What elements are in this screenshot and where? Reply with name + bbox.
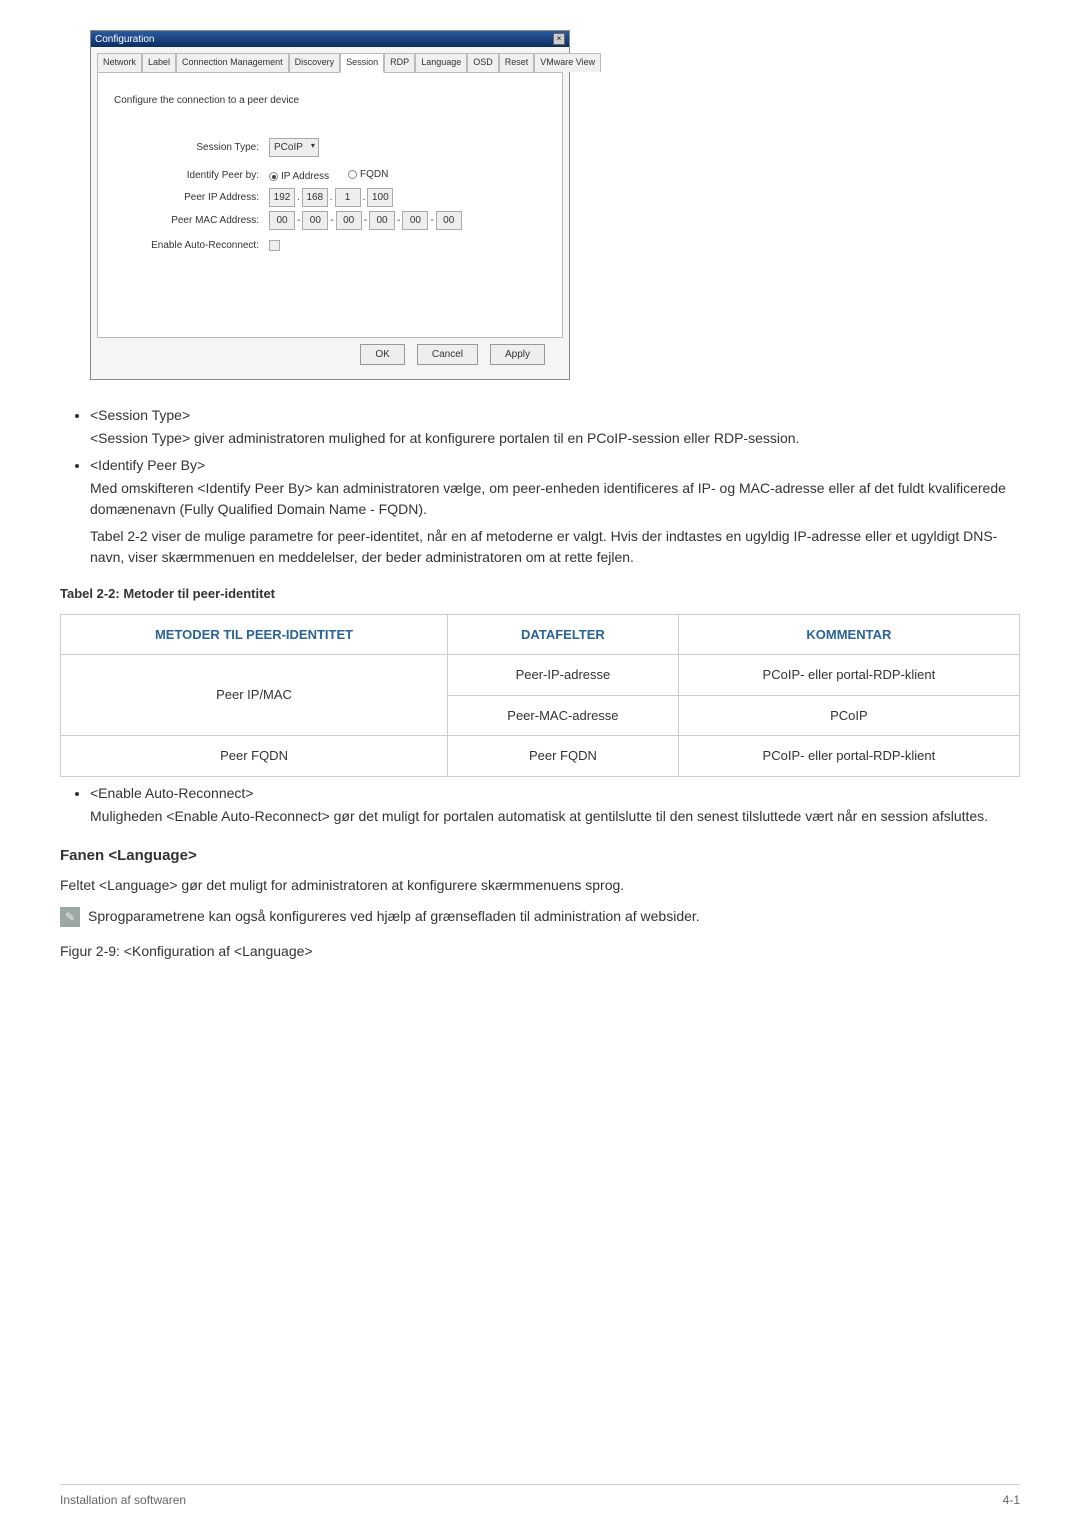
- ip-octet-2[interactable]: 168: [302, 188, 328, 207]
- mac-octet-5[interactable]: 00: [402, 211, 428, 230]
- enable-auto-checkbox[interactable]: [269, 240, 280, 251]
- tab-session[interactable]: Session: [340, 53, 384, 73]
- mac-octet-6[interactable]: 00: [436, 211, 462, 230]
- tab-rdp[interactable]: RDP: [384, 53, 415, 72]
- dialog-buttons: OK Cancel Apply: [97, 338, 563, 373]
- enable-auto-label: Enable Auto-Reconnect:: [114, 238, 269, 253]
- session-type-select[interactable]: PCoIP: [269, 138, 319, 157]
- th-comment: KOMMENTAR: [678, 614, 1019, 655]
- section-heading: Fanen <Language>: [60, 845, 1020, 868]
- note-text: Sprogparametrene kan også konfigureres v…: [88, 906, 700, 927]
- bullet-heading: <Session Type>: [90, 407, 190, 423]
- dialog-body: Network Label Connection Management Disc…: [91, 47, 569, 379]
- list-item: <Identify Peer By> Med omskifteren <Iden…: [90, 455, 1020, 568]
- footer-left: Installation af softwaren: [60, 1491, 186, 1509]
- tab-language[interactable]: Language: [415, 53, 467, 72]
- dialog-titlebar: Configuration ×: [91, 31, 569, 47]
- cell-method: Peer IP/MAC: [61, 655, 448, 736]
- radio-fqdn[interactable]: FQDN: [348, 167, 388, 182]
- bullet-heading: <Identify Peer By>: [90, 457, 205, 473]
- mac-octet-4[interactable]: 00: [369, 211, 395, 230]
- cell-comment: PCoIP- eller portal-RDP-klient: [678, 736, 1019, 777]
- radio-ip-address[interactable]: IP Address: [269, 169, 329, 184]
- paragraph: Med omskifteren <Identify Peer By> kan a…: [90, 478, 1020, 520]
- page-footer: Installation af softwaren 4-1: [60, 1484, 1020, 1509]
- cell-fields: Peer-IP-adresse: [448, 655, 679, 696]
- apply-button[interactable]: Apply: [490, 344, 545, 365]
- paragraph: <Session Type> giver administratoren mul…: [90, 428, 1020, 449]
- ip-octet-3[interactable]: 1: [335, 188, 361, 207]
- table-row: Peer IP/MAC Peer-IP-adresse PCoIP- eller…: [61, 655, 1020, 696]
- cell-fields: Peer FQDN: [448, 736, 679, 777]
- note-row: ✎ Sprogparametrene kan også konfigureres…: [60, 906, 1020, 927]
- tabs-row: Network Label Connection Management Disc…: [97, 53, 563, 73]
- th-method: METODER TIL PEER-IDENTITET: [61, 614, 448, 655]
- dialog-title: Configuration: [95, 32, 154, 47]
- configuration-dialog: Configuration × Network Label Connection…: [90, 30, 570, 380]
- ip-octet-4[interactable]: 100: [367, 188, 393, 207]
- peer-identity-table: METODER TIL PEER-IDENTITET DATAFELTER KO…: [60, 614, 1020, 777]
- bullet-list-2: <Enable Auto-Reconnect> Muligheden <Enab…: [72, 783, 1020, 827]
- bullet-list-1: <Session Type> <Session Type> giver admi…: [72, 405, 1020, 568]
- radio-icon: [348, 170, 357, 179]
- paragraph: Tabel 2-2 viser de mulige parametre for …: [90, 526, 1020, 568]
- bullet-heading: <Enable Auto-Reconnect>: [90, 785, 253, 801]
- close-icon[interactable]: ×: [553, 33, 565, 45]
- tab-connection-management[interactable]: Connection Management: [176, 53, 289, 72]
- list-item: <Session Type> <Session Type> giver admi…: [90, 405, 1020, 449]
- paragraph: Feltet <Language> gør det muligt for adm…: [60, 875, 1020, 896]
- radio-icon: [269, 172, 278, 181]
- paragraph: Muligheden <Enable Auto-Reconnect> gør d…: [90, 806, 1020, 827]
- cell-fields: Peer-MAC-adresse: [448, 695, 679, 736]
- mac-octet-2[interactable]: 00: [302, 211, 328, 230]
- cell-method: Peer FQDN: [61, 736, 448, 777]
- peer-ip-label: Peer IP Address:: [114, 190, 269, 205]
- identify-peer-by-radios: IP Address FQDN: [269, 167, 404, 185]
- tab-osd[interactable]: OSD: [467, 53, 499, 72]
- footer-right: 4-1: [1003, 1491, 1020, 1509]
- figure-caption: Figur 2-9: <Konfiguration af <Language>: [60, 941, 1020, 962]
- cell-comment: PCoIP: [678, 695, 1019, 736]
- peer-mac-field[interactable]: 00-00-00-00-00-00: [269, 211, 462, 230]
- list-item: <Enable Auto-Reconnect> Muligheden <Enab…: [90, 783, 1020, 827]
- tab-network[interactable]: Network: [97, 53, 142, 72]
- pencil-icon: ✎: [60, 907, 80, 927]
- mac-octet-1[interactable]: 00: [269, 211, 295, 230]
- identify-peer-by-label: Identify Peer by:: [114, 168, 269, 183]
- th-fields: DATAFELTER: [448, 614, 679, 655]
- radio-ip-label: IP Address: [281, 169, 329, 184]
- tab-label[interactable]: Label: [142, 53, 176, 72]
- cancel-button[interactable]: Cancel: [417, 344, 478, 365]
- tab-reset[interactable]: Reset: [499, 53, 535, 72]
- mac-octet-3[interactable]: 00: [336, 211, 362, 230]
- panel-intro: Configure the connection to a peer devic…: [114, 93, 546, 108]
- peer-mac-label: Peer MAC Address:: [114, 213, 269, 228]
- ok-button[interactable]: OK: [360, 344, 404, 365]
- peer-ip-field[interactable]: 192.168.1.100: [269, 188, 393, 207]
- cell-comment: PCoIP- eller portal-RDP-klient: [678, 655, 1019, 696]
- ip-octet-1[interactable]: 192: [269, 188, 295, 207]
- tab-vmware-view[interactable]: VMware View: [534, 53, 601, 72]
- session-panel: Configure the connection to a peer devic…: [97, 73, 563, 339]
- table-caption: Tabel 2-2: Metoder til peer-identitet: [60, 584, 1020, 604]
- tab-discovery[interactable]: Discovery: [289, 53, 341, 72]
- radio-fqdn-label: FQDN: [360, 167, 388, 182]
- session-type-label: Session Type:: [114, 140, 269, 155]
- table-row: Peer FQDN Peer FQDN PCoIP- eller portal-…: [61, 736, 1020, 777]
